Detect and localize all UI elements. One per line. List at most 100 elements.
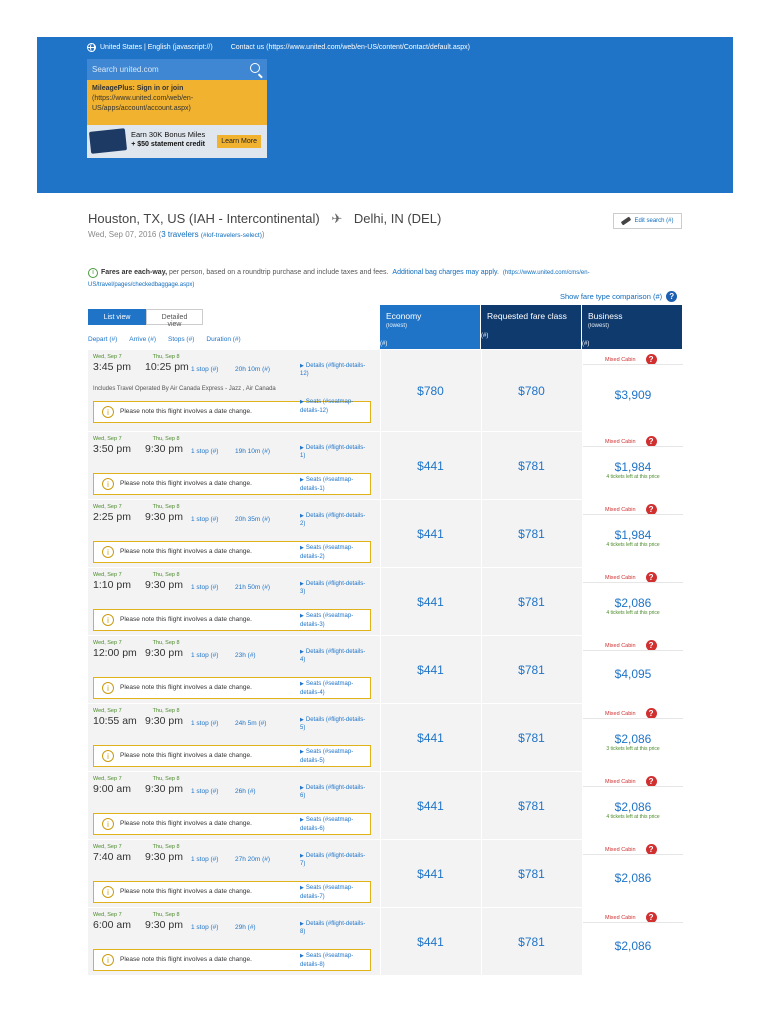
economy-fare[interactable]: $441: [380, 840, 480, 907]
flight-details-link[interactable]: Details (#flight-details-8): [300, 920, 370, 937]
seatmap-link[interactable]: Seats (#seatmap-details-2): [300, 544, 370, 562]
duration-link[interactable]: 23h (#): [235, 652, 256, 659]
flight-details-link[interactable]: Details (#flight-details-4): [300, 648, 370, 665]
sort-arrive[interactable]: Arrive (#): [129, 336, 156, 343]
flight-details-link[interactable]: Details (#flight-details-2): [300, 512, 370, 529]
stops-link[interactable]: 1 stop (#): [191, 924, 218, 931]
seatmap-link[interactable]: Seats (#seatmap-details-1): [300, 476, 370, 494]
flight-details-link[interactable]: Details (#flight-details-1): [300, 444, 370, 461]
flight-details-link[interactable]: Details (#flight-details-12): [300, 362, 370, 379]
stops-link[interactable]: 1 stop (#): [191, 448, 218, 455]
arrive-time: 9:30 pm: [145, 443, 183, 455]
requested-fare[interactable]: $780: [481, 350, 581, 431]
seatmap-link[interactable]: Seats (#seatmap-details-6): [300, 816, 370, 834]
tab-detailed-view[interactable]: Detailed view: [146, 309, 203, 328]
duration-link[interactable]: 20h 10m (#): [235, 366, 270, 373]
duration-link[interactable]: 26h (#): [235, 788, 256, 795]
business-fare[interactable]: Mixed Cabin ? $2,086: [582, 840, 683, 907]
flight-details-link[interactable]: Details (#flight-details-6): [300, 784, 370, 801]
mileageplus-signin[interactable]: MileagePlus: Sign in or join (https://ww…: [87, 80, 267, 125]
business-fare[interactable]: Mixed Cabin ? $2,086 4 tickets left at t…: [582, 568, 683, 635]
economy-fare[interactable]: $441: [380, 500, 480, 567]
economy-column-header[interactable]: Economy (lowest) (#): [380, 305, 480, 349]
requested-fare[interactable]: $781: [481, 840, 581, 907]
business-fare[interactable]: Mixed Cabin ? $3,909: [582, 350, 683, 431]
seatmap-link[interactable]: Seats (#seatmap-details-8): [300, 952, 370, 970]
travelers-link[interactable]: 3 travelers: [161, 230, 198, 239]
flight-details-link[interactable]: Details (#flight-details-5): [300, 716, 370, 733]
table-row[interactable]: Wed, Sep 7 Thu, Sep 8 9:00 am 9:30 pm 1 …: [88, 771, 683, 839]
business-fare[interactable]: Mixed Cabin ? $2,086 3 tickets left at t…: [582, 704, 683, 771]
show-fare-comparison-link[interactable]: Show fare type comparison (#) ?: [560, 291, 678, 302]
table-row[interactable]: Wed, Sep 7 Thu, Sep 8 6:00 am 9:30 pm 1 …: [88, 907, 683, 975]
depart-date: Wed, Sep 7: [93, 572, 122, 578]
business-column-header[interactable]: Business (lowest) (#): [582, 305, 682, 349]
search-icon[interactable]: [250, 63, 260, 73]
learn-more-button[interactable]: Learn More: [217, 135, 261, 148]
seatmap-link[interactable]: Seats (#seatmap-details-5): [300, 748, 370, 766]
seatmap-link[interactable]: Seats (#seatmap-details-7): [300, 884, 370, 902]
edit-search-button[interactable]: Edit search (#): [613, 213, 682, 229]
flight-details-link[interactable]: Details (#flight-details-3): [300, 580, 370, 597]
locale-link[interactable]: United States | English (javascript://): [100, 44, 213, 51]
requested-fare[interactable]: $781: [481, 432, 581, 499]
seatmap-link[interactable]: Seats (#seatmap-details-4): [300, 680, 370, 698]
economy-fare[interactable]: $441: [380, 432, 480, 499]
requested-fare[interactable]: $781: [481, 704, 581, 771]
table-row[interactable]: Wed, Sep 7 Thu, Sep 8 3:50 pm 9:30 pm 1 …: [88, 431, 683, 499]
seatmap-link[interactable]: Seats (#seatmap-details-3): [300, 612, 370, 630]
table-row[interactable]: Wed, Sep 7 Thu, Sep 8 12:00 pm 9:30 pm 1…: [88, 635, 683, 703]
business-fare[interactable]: Mixed Cabin ? $1,984 4 tickets left at t…: [582, 500, 683, 567]
duration-link[interactable]: 29h (#): [235, 924, 256, 931]
warning-icon: i: [102, 546, 114, 558]
tab-list-view[interactable]: List view: [88, 309, 146, 325]
search-input[interactable]: Search united.com: [87, 59, 267, 80]
sort-duration[interactable]: Duration (#): [206, 336, 240, 343]
requested-fare[interactable]: $781: [481, 568, 581, 635]
economy-fare[interactable]: $441: [380, 908, 480, 975]
table-row[interactable]: Wed, Sep 7 Thu, Sep 8 10:55 am 9:30 pm 1…: [88, 703, 683, 771]
duration-link[interactable]: 19h 10m (#): [235, 448, 270, 455]
duration-link[interactable]: 20h 35m (#): [235, 516, 270, 523]
requested-price: $781: [518, 934, 545, 949]
table-row[interactable]: Wed, Sep 7 Thu, Sep 8 1:10 pm 9:30 pm 1 …: [88, 567, 683, 635]
promo-banner[interactable]: Earn 30K Bonus Miles + $50 statement cre…: [87, 125, 267, 158]
duration-link[interactable]: 21h 50m (#): [235, 584, 270, 591]
business-fare[interactable]: Mixed Cabin ? $2,086: [582, 908, 683, 975]
table-row[interactable]: Wed, Sep 7 Thu, Sep 8 7:40 am 9:30 pm 1 …: [88, 839, 683, 907]
table-row[interactable]: Wed, Sep 7 Thu, Sep 8 2:25 pm 9:30 pm 1 …: [88, 499, 683, 567]
economy-fare[interactable]: $441: [380, 772, 480, 839]
table-row[interactable]: Wed, Sep 7 Thu, Sep 8 3:45 pm 10:25 pm 1…: [88, 349, 683, 431]
stops-link[interactable]: 1 stop (#): [191, 652, 218, 659]
sort-stops[interactable]: Stops (#): [168, 336, 194, 343]
flight-details-link[interactable]: Details (#flight-details-7): [300, 852, 370, 869]
business-fare[interactable]: Mixed Cabin ? $4,095: [582, 636, 683, 703]
requested-fare[interactable]: $781: [481, 636, 581, 703]
economy-fare[interactable]: $780: [380, 350, 480, 431]
duration-link[interactable]: 24h 5m (#): [235, 720, 266, 727]
requested-column-header[interactable]: Requested fare class (#): [481, 305, 581, 349]
stops-link[interactable]: 1 stop (#): [191, 788, 218, 795]
arrive-date: Thu, Sep 8: [152, 844, 180, 850]
economy-fare[interactable]: $441: [380, 636, 480, 703]
stops-link[interactable]: 1 stop (#): [191, 720, 218, 727]
requested-fare[interactable]: $781: [481, 772, 581, 839]
contact-link[interactable]: Contact us (https://www.united.com/web/e…: [231, 44, 470, 51]
requested-fare[interactable]: $781: [481, 500, 581, 567]
stops-link[interactable]: 1 stop (#): [191, 516, 218, 523]
help-icon[interactable]: ?: [666, 291, 678, 302]
requested-fare[interactable]: $781: [481, 908, 581, 975]
stops-link[interactable]: 1 stop (#): [191, 366, 218, 373]
travelers-link-url[interactable]: (#lof-travelers-select): [201, 232, 262, 239]
economy-fare[interactable]: $441: [380, 704, 480, 771]
stops-link[interactable]: 1 stop (#): [191, 584, 218, 591]
economy-fare[interactable]: $441: [380, 568, 480, 635]
stops-link[interactable]: 1 stop (#): [191, 856, 218, 863]
business-fare[interactable]: Mixed Cabin ? $2,086 4 tickets left at t…: [582, 772, 683, 839]
sort-depart[interactable]: Depart (#): [88, 336, 117, 343]
mileageplus-title[interactable]: MileagePlus: Sign in or join: [92, 85, 183, 92]
seatmap-link[interactable]: Seats (#seatmap-details-12): [300, 398, 370, 416]
duration-link[interactable]: 27h 20m (#): [235, 856, 270, 863]
business-fare[interactable]: Mixed Cabin ? $1,984 4 tickets left at t…: [582, 432, 683, 499]
bag-charges-link[interactable]: Additional bag charges may apply.: [392, 269, 499, 276]
